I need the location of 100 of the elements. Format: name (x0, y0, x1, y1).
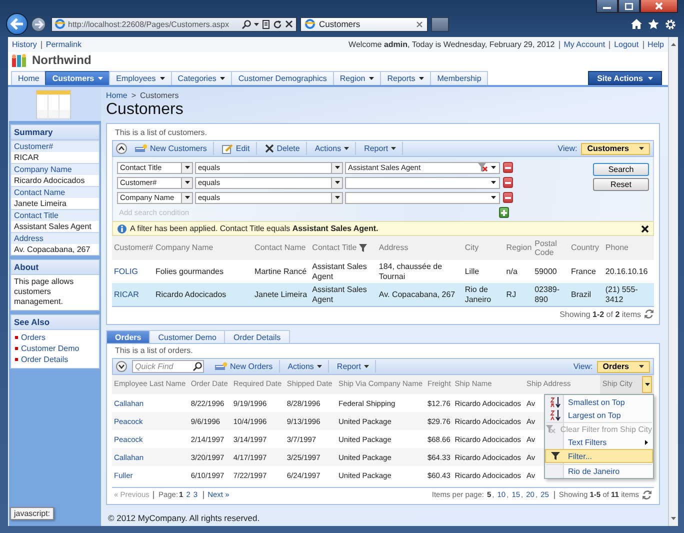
reset-button[interactable]: Reset (593, 178, 649, 191)
tab[interactable]: Order Details (224, 330, 290, 343)
close-icon[interactable] (641, 224, 649, 232)
toolbar-button[interactable]: New Customers (129, 142, 214, 155)
caret-icon (391, 147, 396, 150)
clear-filter-icon[interactable] (478, 163, 488, 172)
toolbar-button[interactable]: Report (358, 142, 404, 155)
menu-item[interactable]: Filter... (545, 449, 653, 463)
page-icon[interactable] (262, 20, 270, 28)
menu-tab[interactable]: Region (332, 71, 382, 85)
caret-icon[interactable] (254, 22, 259, 26)
toolbar-button[interactable]: Report (330, 360, 376, 373)
browser-icon (55, 19, 65, 29)
home-icon[interactable] (631, 19, 642, 29)
menu-item[interactable]: Smallest on Top (546, 396, 652, 408)
address-field[interactable]: http://localhost:22608/Pages/Customers.aspx (51, 16, 297, 32)
column-header[interactable]: Address (376, 236, 463, 260)
related-link[interactable]: Order Details (21, 354, 68, 365)
browser-tab[interactable]: Customers (300, 16, 428, 32)
menu-item[interactable]: Rio de Janeiro (546, 464, 652, 477)
minimize-icon[interactable] (596, 0, 618, 13)
menu-tab[interactable]: Home (11, 71, 46, 85)
toolbar-button[interactable]: Delete (258, 142, 307, 155)
collapse-button[interactable] (116, 143, 127, 154)
menu-tab[interactable]: Employees (109, 71, 172, 85)
menu-tab[interactable]: Categories (170, 71, 232, 85)
search-icon[interactable] (193, 362, 202, 371)
menu-tab[interactable]: Customers (45, 71, 110, 85)
dropdown-button[interactable] (181, 178, 192, 188)
menu-tab[interactable]: Customer Demographics (231, 71, 334, 85)
remove-condition-button[interactable] (503, 192, 513, 203)
column-header[interactable]: Customer# (112, 236, 154, 260)
caret-icon (334, 196, 340, 199)
top-link[interactable]: Logout (609, 40, 639, 48)
column-header[interactable]: Country (569, 236, 604, 260)
value-field[interactable] (345, 192, 500, 204)
star-icon[interactable] (648, 19, 659, 29)
search-button[interactable]: Search (593, 163, 649, 176)
dropdown-button[interactable] (181, 192, 192, 202)
column-header[interactable]: Region (504, 236, 533, 260)
scrollbar[interactable] (668, 37, 678, 526)
caret-icon (334, 166, 340, 169)
column-header[interactable]: Contact Name (252, 236, 310, 260)
remove-condition-button[interactable] (503, 177, 513, 188)
expand-button[interactable] (116, 361, 127, 372)
toolbar-button[interactable]: Actions (282, 360, 329, 373)
related-link[interactable]: Orders (21, 332, 46, 343)
top-link[interactable]: Help (642, 40, 664, 48)
gear-icon[interactable] (665, 18, 676, 30)
menu-item[interactable]: Largest on Top (546, 409, 652, 421)
refresh-icon[interactable] (273, 20, 282, 28)
arrow-right-icon (34, 20, 44, 28)
toolbar-button[interactable]: Edit (216, 142, 257, 155)
menu-tab[interactable]: Membership (430, 71, 488, 85)
forward-button[interactable] (31, 16, 46, 32)
column-menu-button[interactable] (642, 376, 652, 393)
view-selector[interactable]: Orders (596, 360, 650, 372)
column-header[interactable]: Phone (603, 236, 654, 260)
quick-find-field[interactable]: Quick Find (132, 360, 204, 373)
dropdown-button[interactable] (181, 162, 192, 172)
tab[interactable]: Orders (106, 330, 150, 343)
toolbar-button[interactable]: Actions (308, 142, 356, 155)
breadcrumb-item[interactable]: Home (106, 90, 128, 100)
toolbar-button[interactable]: New Orders (209, 360, 280, 373)
view-selector[interactable]: Customers (581, 142, 650, 154)
related-link[interactable]: Customer Demo (21, 343, 80, 354)
top-link[interactable]: Permalink (40, 40, 82, 48)
caret-icon (316, 365, 322, 368)
close-icon[interactable] (285, 20, 293, 28)
caret-icon (364, 365, 369, 368)
search-icon[interactable] (242, 20, 251, 28)
site-actions-button[interactable]: Site Actions (588, 71, 662, 85)
column-header[interactable]: Contact Title (310, 236, 377, 260)
column-header[interactable]: Company Name (153, 236, 253, 260)
column-header[interactable]: Postal Code (532, 236, 569, 260)
dropdown-button[interactable] (331, 178, 342, 188)
minus-icon (505, 182, 511, 184)
field-value: Janete Limeira (13, 198, 68, 209)
remove-condition-button[interactable] (503, 162, 513, 173)
maximize-icon[interactable] (618, 0, 640, 13)
about-text: This page allows customers management. (13, 276, 75, 308)
caret-icon (184, 181, 190, 184)
back-button[interactable] (6, 13, 28, 35)
top-link[interactable]: History (12, 40, 37, 48)
dropdown-button[interactable] (331, 162, 342, 172)
close-icon[interactable] (640, 0, 678, 13)
table-cell: Av. Copacabana, 267 (378, 290, 456, 299)
tab[interactable]: Customer Demo (149, 330, 226, 343)
add-condition-button[interactable] (499, 207, 509, 218)
minus-icon (505, 166, 511, 168)
top-link[interactable]: My Account (558, 40, 606, 48)
dropdown-button[interactable] (331, 192, 342, 202)
table-cell[interactable]: FOLIG (114, 266, 138, 276)
menu-tab[interactable]: Reports (380, 71, 432, 85)
value-field[interactable] (345, 176, 500, 188)
menu-item[interactable]: Text Filters (546, 436, 652, 448)
new-tab-button[interactable] (431, 16, 449, 32)
scroll-up-icon[interactable] (671, 43, 676, 46)
scroll-down-icon[interactable] (671, 517, 676, 520)
column-header[interactable]: City (462, 236, 504, 260)
